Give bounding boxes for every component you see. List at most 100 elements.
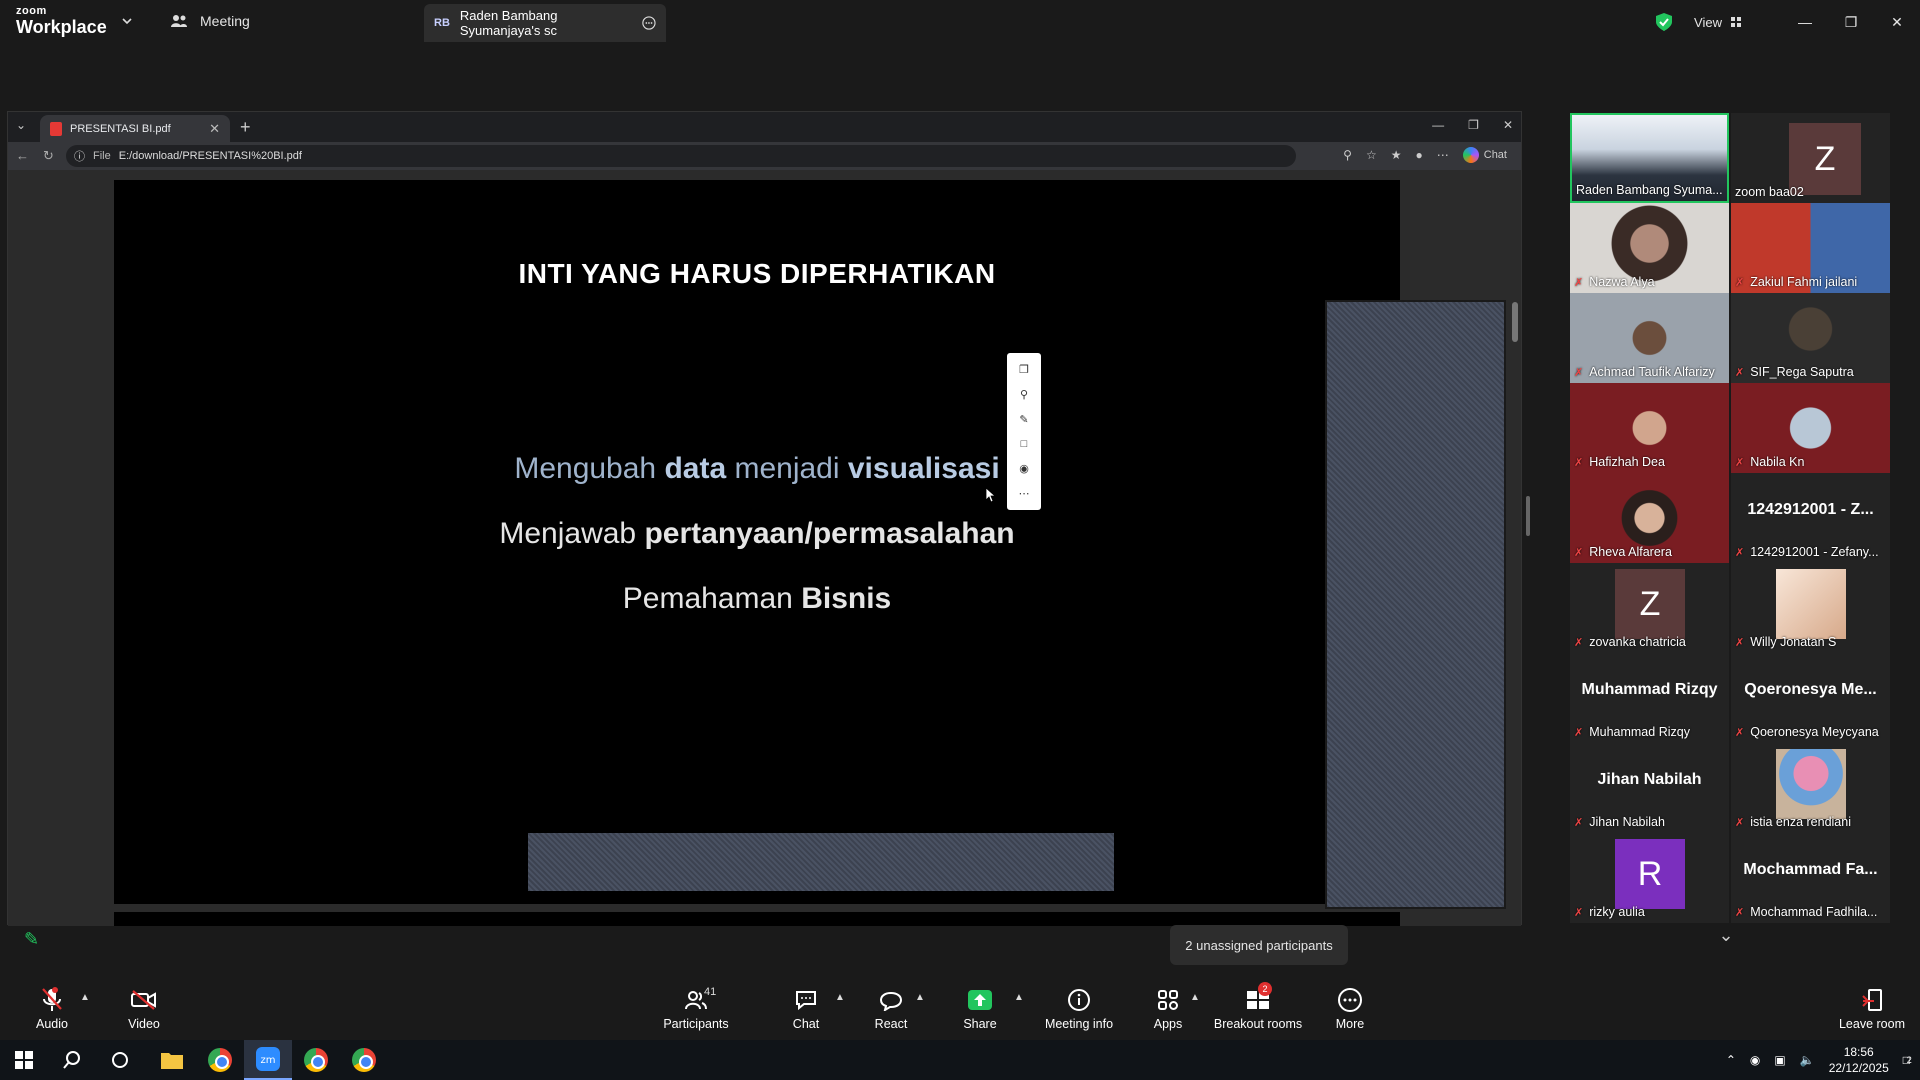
hidden-region-bottom	[528, 833, 1114, 891]
more-options-icon[interactable]	[642, 15, 656, 31]
zoom-taskbar-icon[interactable]: zm	[244, 1040, 292, 1080]
zoom-icon[interactable]: ⚲	[1343, 148, 1352, 162]
chevron-down-icon[interactable]	[120, 14, 134, 28]
participant-tile[interactable]: ✗ Zakiul Fahmi jailani	[1731, 203, 1890, 293]
tab-close-icon[interactable]: ✕	[209, 121, 220, 137]
copilot-icon	[1462, 147, 1479, 163]
participant-tile[interactable]: ✗ istia enza rendiani	[1731, 743, 1890, 833]
participant-tile[interactable]: ✗ Nabila Kn	[1731, 383, 1890, 473]
recording-icon[interactable]: ◉	[1750, 1053, 1760, 1067]
screen-share-tab[interactable]: RB Raden Bambang Syumanjaya's sc	[424, 4, 666, 42]
browser-toolbar: ← ↻ ⓘ File E:/download/PRESENTASI%20BI.p…	[8, 142, 1521, 170]
volume-icon[interactable]: 🔈	[1800, 1053, 1815, 1067]
breakout-rooms-button[interactable]: 2 Breakout rooms	[1212, 982, 1304, 1031]
participant-tile[interactable]: Qoeronesya Me... ✗ Qoeronesya Meycyana	[1731, 653, 1890, 743]
share-button[interactable]: Share	[940, 986, 1020, 1031]
participant-tile[interactable]: 1242912001 - Z... ✗ 1242912001 - Zefany..…	[1731, 473, 1890, 563]
copilot-button[interactable]: Chat	[1462, 147, 1507, 163]
participant-name: ✗ Nazwa Alya	[1574, 275, 1725, 289]
browser-close-icon[interactable]: ✕	[1503, 118, 1513, 132]
participant-tile[interactable]: ✗ Willy Jonatan S	[1731, 563, 1890, 653]
participant-tile[interactable]: Mochammad Fa... ✗ Mochammad Fadhila...	[1731, 833, 1890, 923]
highlight-icon[interactable]: ✎	[1019, 413, 1028, 426]
security-shield-icon[interactable]	[1654, 12, 1674, 32]
browser-tab[interactable]: PRESENTASI BI.pdf ✕	[40, 115, 230, 142]
participant-tile[interactable]: ✗ Rheva Alfarera	[1570, 473, 1729, 563]
chrome-icon[interactable]	[196, 1040, 244, 1080]
avatar-photo	[1776, 569, 1846, 639]
chrome-icon-2[interactable]	[340, 1040, 388, 1080]
notification-icon[interactable]: □ 2	[1903, 1053, 1912, 1067]
leave-room-button[interactable]: Leave room	[1830, 986, 1914, 1031]
file-explorer-icon[interactable]	[148, 1040, 196, 1080]
tab-list-chevron-icon[interactable]: ⌄	[16, 118, 26, 132]
browser-restore-icon[interactable]: ❐	[1468, 118, 1479, 132]
star-icon[interactable]: ☆	[1366, 148, 1377, 162]
participant-tile[interactable]: R ✗ rizky aulia	[1570, 833, 1729, 923]
participants-label: Participants	[663, 1017, 729, 1031]
meeting-info-button[interactable]: Meeting info	[1039, 986, 1119, 1031]
participant-tile[interactable]: Muhammad Rizqy ✗ Muhammad Rizqy	[1570, 653, 1729, 743]
slide-line-1-d: visualisasi	[847, 452, 1000, 485]
network-icon[interactable]: ▣	[1774, 1053, 1785, 1067]
comment-icon[interactable]: □	[1021, 438, 1028, 450]
scroll-thumb[interactable]	[1512, 302, 1518, 342]
audio-caret-icon[interactable]: ▲	[80, 992, 90, 1003]
react-caret-icon[interactable]: ▲	[915, 992, 925, 1003]
copy-icon[interactable]: ❐	[1019, 363, 1029, 376]
participant-display-name: Qoeronesya Me...	[1744, 681, 1877, 698]
clock[interactable]: 18:56 22/12/2025	[1829, 1044, 1889, 1076]
tray-chevron-icon[interactable]: ⌃	[1726, 1053, 1736, 1067]
copilot-small-icon[interactable]: ◉	[1019, 462, 1029, 475]
address-bar[interactable]: ⓘ File E:/download/PRESENTASI%20BI.pdf	[66, 145, 1296, 167]
more-icon[interactable]: ⋯	[1019, 487, 1030, 500]
back-icon[interactable]: ←	[16, 148, 29, 164]
participant-tile[interactable]: Raden Bambang Syuma...	[1570, 113, 1729, 203]
windows-start-icon[interactable]	[0, 1040, 48, 1080]
participants-button[interactable]: 41 Participants	[656, 986, 736, 1031]
chat-button[interactable]: Chat	[766, 986, 846, 1031]
clock-time: 18:56	[1843, 1045, 1874, 1059]
search-icon[interactable]: ⚲	[1020, 388, 1028, 401]
participant-tile[interactable]: Z ✗ zovanka chatricia	[1570, 563, 1729, 653]
new-tab-icon[interactable]: +	[240, 117, 251, 138]
mic-muted-icon: ✗	[1735, 636, 1745, 649]
participant-tile[interactable]: Z zoom baa02	[1731, 113, 1890, 203]
unassigned-toast[interactable]: 2 unassigned participants	[1170, 925, 1348, 965]
meeting-tab[interactable]: Meeting	[170, 13, 250, 29]
participant-tile[interactable]: Jihan Nabilah ✗ Jihan Nabilah	[1570, 743, 1729, 833]
favorites-icon[interactable]: ★	[1391, 148, 1402, 162]
gallery-scroll-down-icon[interactable]: ⌄	[1690, 925, 1762, 955]
participant-tile[interactable]: ✗ Nazwa Alya	[1570, 203, 1729, 293]
participant-name-text: Mochammad Fadhila...	[1750, 905, 1878, 919]
participant-tile[interactable]: ✗ Achmad Taufik Alfarizy	[1570, 293, 1729, 383]
windows-taskbar: zm ⌃ ◉ ▣ 🔈 18:56 22/12/2025 □ 2	[0, 1040, 1920, 1080]
search-icon[interactable]	[48, 1040, 96, 1080]
browser-minimize-icon[interactable]: —	[1432, 118, 1444, 132]
participant-tile[interactable]: ✗ Hafizhah Dea	[1570, 383, 1729, 473]
pdf-scrollbar[interactable]	[1509, 170, 1521, 926]
participant-tile[interactable]: ✗ SIF_Rega Saputra	[1731, 293, 1890, 383]
chrome-profile-icon[interactable]	[292, 1040, 340, 1080]
menu-icon[interactable]: ⋯	[1437, 148, 1449, 162]
browser-tab-strip: ⌄ PRESENTASI BI.pdf ✕ + — ❐ ✕	[8, 112, 1521, 142]
participant-name: ✗ istia enza rendiani	[1735, 815, 1886, 829]
restore-button[interactable]: ❐	[1828, 0, 1874, 44]
close-button[interactable]: ✕	[1874, 0, 1920, 44]
minimize-button[interactable]: —	[1782, 0, 1828, 44]
meeting-toolbar: Audio ▲ Video 41 Participants Chat ▲ Rea…	[0, 980, 1920, 1040]
apps-caret-icon[interactable]: ▲	[1190, 992, 1200, 1003]
chat-caret-icon[interactable]: ▲	[835, 992, 845, 1003]
reload-icon[interactable]: ↻	[43, 148, 54, 164]
participant-name: ✗ SIF_Rega Saputra	[1735, 365, 1886, 379]
view-button[interactable]: View	[1694, 15, 1742, 30]
video-button[interactable]: Video	[104, 986, 184, 1031]
annotate-pen-icon[interactable]: ✎	[24, 929, 56, 957]
share-caret-icon[interactable]: ▲	[1014, 992, 1024, 1003]
next-slide-edge	[114, 912, 1400, 926]
more-button[interactable]: More	[1310, 986, 1390, 1031]
zoom-logo[interactable]: zoom Workplace	[16, 6, 107, 37]
cortana-icon[interactable]	[96, 1040, 144, 1080]
profile-icon[interactable]: ●	[1416, 148, 1423, 162]
split-resize-handle[interactable]	[1526, 496, 1530, 536]
